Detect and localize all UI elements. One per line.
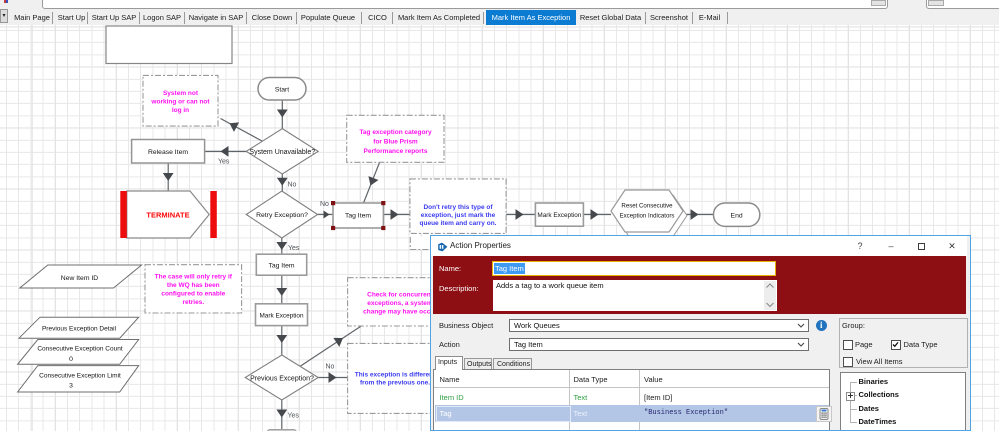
svg-text:working or can not: working or can not xyxy=(150,99,210,106)
svg-text:0: 0 xyxy=(69,356,73,363)
svg-text:Consecutive Exception Count: Consecutive Exception Count xyxy=(37,346,122,353)
svg-text:Mark Exception: Mark Exception xyxy=(537,212,581,219)
svg-text:Performance reports: Performance reports xyxy=(364,148,428,155)
svg-text:queue item and carry on.: queue item and carry on. xyxy=(420,220,497,227)
svg-text:Tag Item: Tag Item xyxy=(268,263,294,270)
svg-text:Start: Start xyxy=(275,86,289,93)
svg-text:from the previous one.: from the previous one. xyxy=(360,379,430,386)
svg-text:Exception Indicators: Exception Indicators xyxy=(620,213,675,220)
svg-text:retries.: retries. xyxy=(182,299,204,306)
svg-text:No: No xyxy=(320,201,329,208)
svg-text:Yes: Yes xyxy=(288,412,300,419)
svg-text:Don't retry this type of: Don't retry this type of xyxy=(423,204,493,211)
svg-text:Tag exception category: Tag exception category xyxy=(359,129,432,136)
svg-text:Consecutive Exception Limit: Consecutive Exception Limit xyxy=(39,373,121,380)
svg-text:Reset Consecutive: Reset Consecutive xyxy=(621,203,673,210)
svg-text:Retry Exception?: Retry Exception? xyxy=(256,212,308,219)
svg-text:No: No xyxy=(288,182,297,189)
svg-text:New Item ID: New Item ID xyxy=(61,275,98,282)
svg-text:exception, just mark the: exception, just mark the xyxy=(421,212,496,219)
svg-text:log in: log in xyxy=(172,107,189,114)
svg-text:No: No xyxy=(326,364,335,371)
svg-text:exceptions, a system: exceptions, a system xyxy=(367,300,433,307)
svg-text:Release Item: Release Item xyxy=(148,149,188,156)
svg-text:change may have occur: change may have occur xyxy=(363,309,437,316)
svg-text:configured to enable: configured to enable xyxy=(161,291,225,298)
svg-text:Check for concurrent: Check for concurrent xyxy=(367,292,434,299)
svg-text:This exception is different: This exception is different xyxy=(355,372,436,379)
svg-text:Mark Exception: Mark Exception xyxy=(259,313,303,320)
svg-text:the WQ has been: the WQ has been xyxy=(167,282,220,289)
svg-text:System Unavailable?: System Unavailable? xyxy=(249,149,315,156)
svg-text:TERMINATE: TERMINATE xyxy=(146,210,189,219)
svg-text:The case will only retry if: The case will only retry if xyxy=(155,274,233,281)
svg-text:Yes: Yes xyxy=(288,245,300,252)
svg-text:3: 3 xyxy=(69,383,73,390)
svg-text:for Blue Prism: for Blue Prism xyxy=(373,139,418,146)
svg-text:Previous Exception?: Previous Exception? xyxy=(250,376,314,383)
svg-text:Yes: Yes xyxy=(218,159,230,166)
svg-text:Previous Exception Detail: Previous Exception Detail xyxy=(42,326,117,333)
svg-text:System not: System not xyxy=(163,90,199,97)
svg-text:Tag Item: Tag Item xyxy=(345,212,371,219)
svg-text:End: End xyxy=(731,212,743,219)
